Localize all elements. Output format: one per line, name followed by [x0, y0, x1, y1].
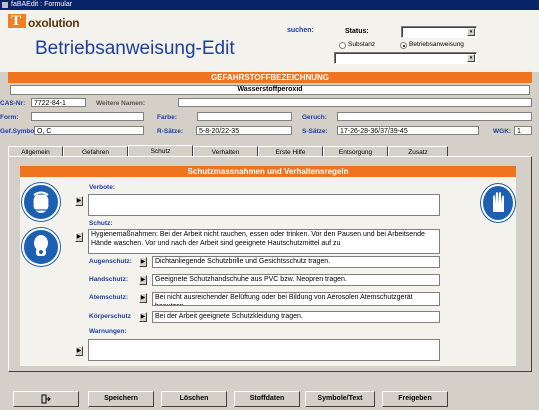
window-title: faBAEdit : Formular [11, 1, 73, 8]
weitere-namen-field[interactable] [178, 98, 532, 107]
koerperschutz-label: Körperschutz [89, 313, 131, 320]
r-saetze-label: R-Sätze: [157, 128, 184, 135]
geruch-label: Geruch: [302, 114, 327, 121]
wgk-field[interactable]: 1 [514, 126, 532, 135]
augenschutz-label: Augenschutz: [89, 258, 132, 265]
atemschutz-field[interactable]: Bei nicht ausreichender Belüftung oder b… [152, 292, 440, 306]
form-field[interactable] [31, 112, 144, 121]
freigeben-button[interactable]: Freigeben [382, 391, 448, 407]
window-titlebar: faBAEdit : Formular [0, 0, 539, 10]
logo-letter: T [11, 13, 22, 29]
face-shield-icon [22, 183, 60, 221]
r-saetze-field[interactable]: 5-8-20/22-35 [196, 126, 292, 135]
speichern-button[interactable]: Speichern [88, 391, 154, 407]
schutz-label: Schutz: [89, 220, 113, 227]
atemschutz-expand-button[interactable]: ▶ [139, 293, 147, 303]
chevron-down-icon[interactable]: ▾ [467, 28, 475, 36]
koerperschutz-expand-button[interactable]: ▶ [139, 312, 147, 322]
chevron-down-icon[interactable]: ▾ [467, 54, 475, 62]
verbote-field[interactable] [88, 194, 440, 216]
warnungen-field[interactable] [88, 339, 440, 361]
geruch-field[interactable] [337, 112, 532, 121]
status-label: Status: [345, 28, 369, 35]
farbe-field[interactable] [197, 112, 292, 121]
weitere-namen-label: Weitere Namen: [96, 100, 146, 107]
s-saetze-label: S-Sätze: [302, 128, 328, 135]
radio-substanz[interactable] [339, 42, 346, 49]
cas-field[interactable]: 7722-84-1 [31, 98, 86, 107]
substance-name-field[interactable]: Wasserstoffperoxid [10, 85, 530, 95]
radio-substanz-label: Substanz [348, 41, 376, 48]
warnungen-expand-button[interactable]: ▶ [75, 346, 83, 356]
radio-betriebsanweisung-label: Betriebsanweisung [409, 41, 464, 48]
app-title: Betriebsanweisung-Edit [35, 38, 235, 59]
atemschutz-label: Atemschutz: [89, 294, 129, 301]
augenschutz-expand-button[interactable]: ▶ [139, 257, 147, 267]
search-select[interactable]: ▾ [334, 52, 477, 64]
symbole-text-button[interactable]: Symbole/Text [305, 391, 375, 407]
verbote-expand-button[interactable]: ▶ [75, 196, 83, 206]
stoffdaten-button[interactable]: Stoffdaten [234, 391, 300, 407]
respirator-icon [22, 228, 60, 266]
gef-symbole-field[interactable]: O, C [34, 126, 144, 135]
exit-icon [41, 394, 51, 404]
loeschen-button[interactable]: Löschen [161, 391, 227, 407]
radio-betriebsanweisung[interactable] [400, 42, 407, 49]
handschutz-expand-button[interactable]: ▶ [139, 275, 147, 285]
koerperschutz-field[interactable]: Bei der Arbeit geeignete Schutzkleidung … [152, 311, 440, 323]
logo-word: oxolution [28, 16, 80, 30]
handschutz-label: Handschutz: [89, 276, 128, 283]
gloves-icon [481, 184, 515, 222]
cas-label: CAS-Nr: [0, 100, 26, 107]
verbote-label: Verbote: [89, 184, 116, 191]
wgk-label: WGK: [493, 128, 512, 135]
handschutz-field[interactable]: Geeignete Schutzhandschuhe aus PVC bzw. … [152, 274, 440, 286]
warnungen-label: Warnungen: [89, 328, 127, 335]
s-saetze-field[interactable]: 17-26-28-36/37/39-45 [337, 126, 479, 135]
form-label: Form: [0, 114, 19, 121]
app-icon [2, 2, 8, 8]
substance-name: Wasserstoffperoxid [237, 86, 303, 93]
search-label: suchen: [287, 27, 314, 34]
hazard-header: GEFAHRSTOFFBEZEICHNUNG [8, 72, 532, 83]
augenschutz-field[interactable]: Dichtanliegende Schutzbrille und Gesicht… [152, 256, 440, 268]
schutz-expand-button[interactable]: ▶ [75, 232, 83, 242]
status-select[interactable]: ▾ [401, 26, 477, 38]
section-header: Schutzmassnahmen und Verhaltensregeln [20, 166, 516, 177]
schutz-field[interactable]: Hygienemaßnahmen: Bei der Arbeit nicht r… [88, 229, 440, 254]
farbe-label: Farbe: [157, 114, 177, 121]
exit-button[interactable] [13, 391, 79, 407]
